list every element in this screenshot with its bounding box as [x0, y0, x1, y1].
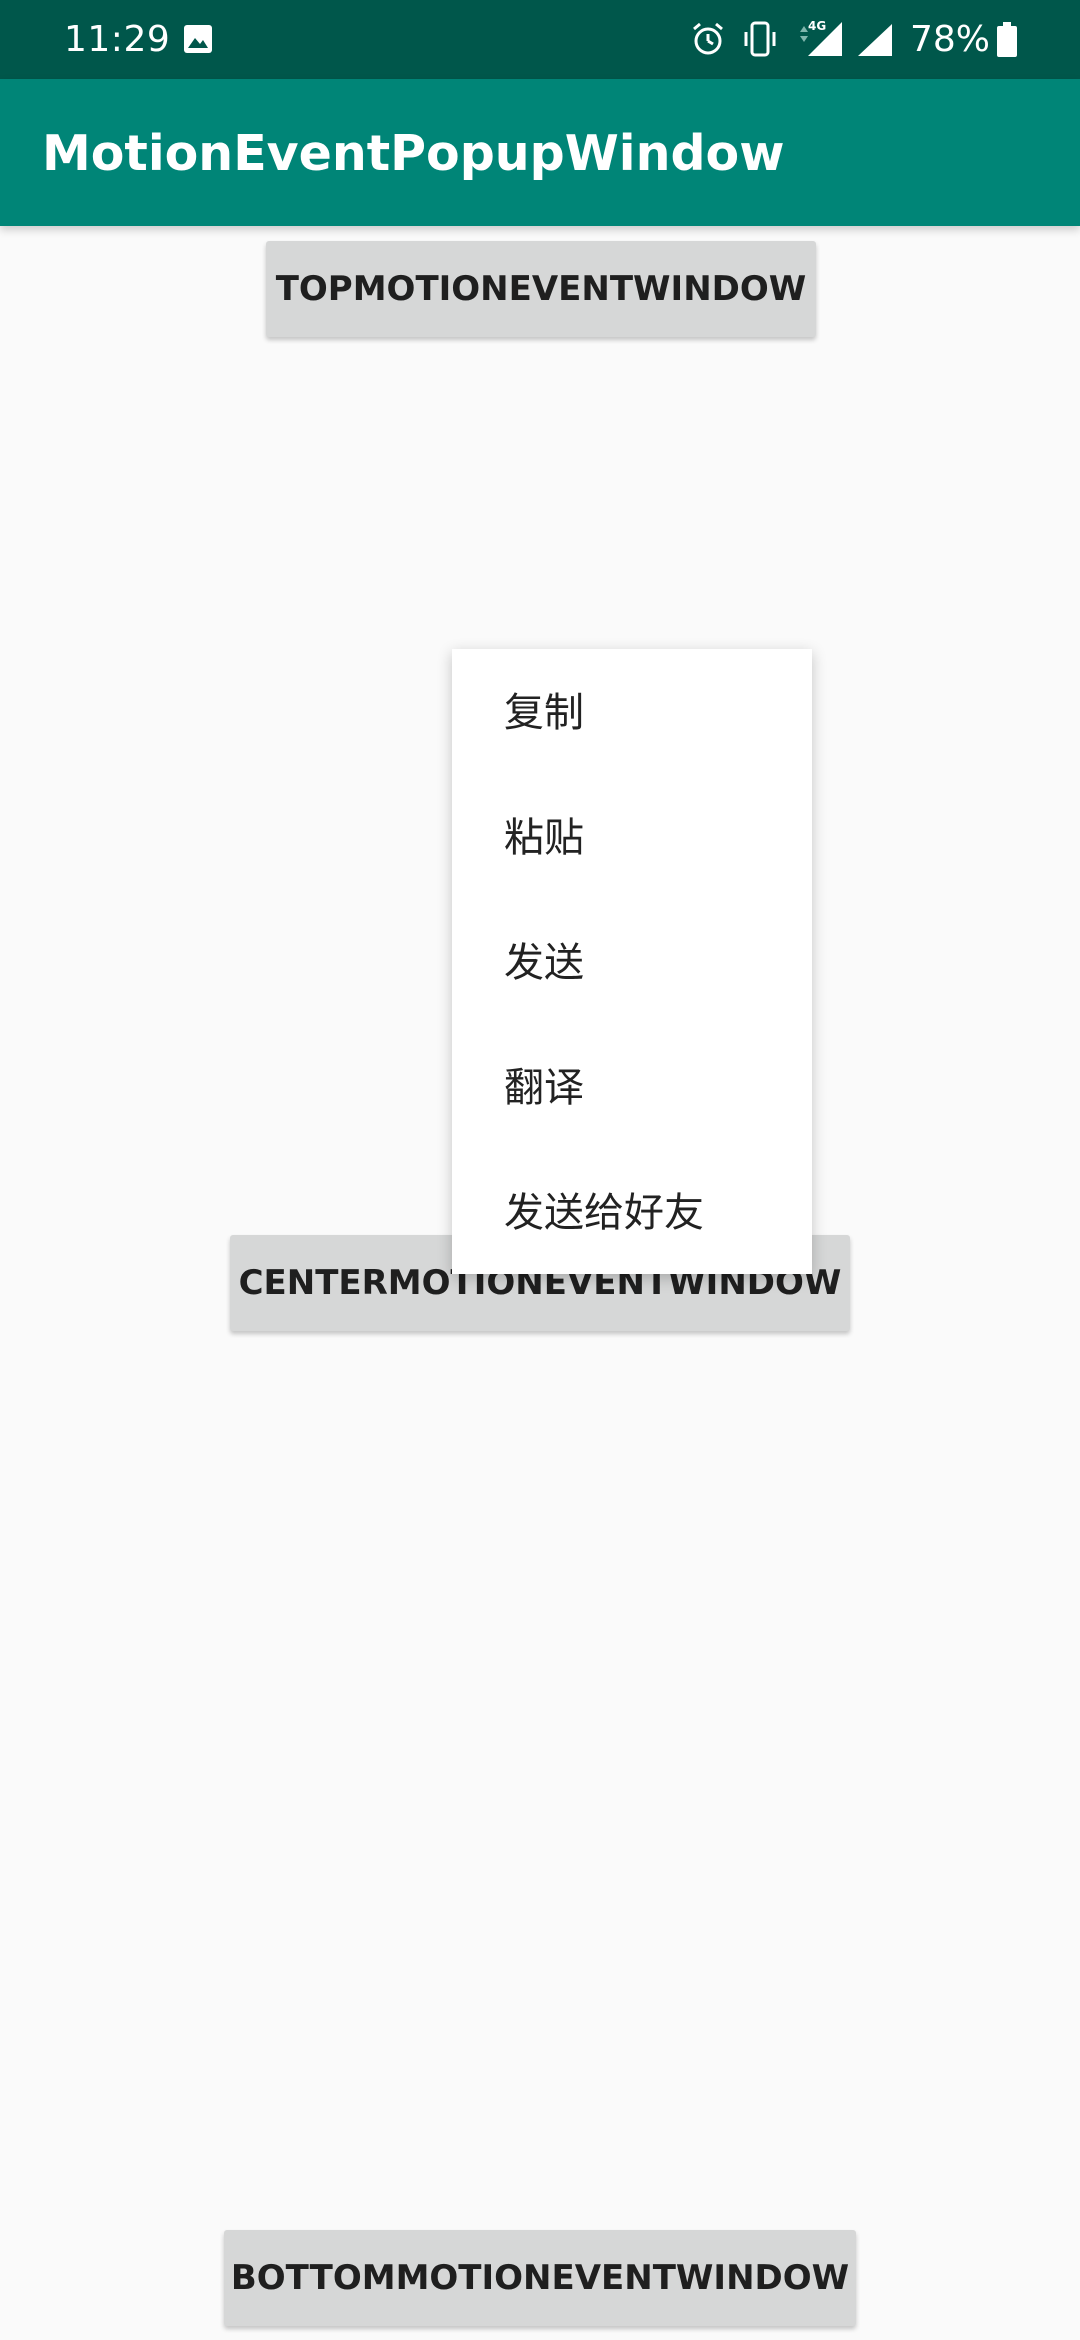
menu-item-translate[interactable]: 翻译	[504, 1060, 584, 1116]
status-time: 11:29	[64, 19, 171, 60]
menu-item-send[interactable]: 发送	[504, 935, 584, 991]
image-icon	[183, 24, 213, 54]
app-title: MotionEventPopupWindow	[42, 125, 785, 182]
battery-icon	[996, 22, 1018, 62]
top-motion-event-window-button[interactable]: TOPMOTIONEVENTWINDOW	[266, 241, 816, 337]
alarm-icon	[690, 21, 726, 61]
signal-4g-icon: 4G	[796, 18, 844, 62]
signal-icon	[854, 22, 894, 62]
app-bar: MotionEventPopupWindow	[0, 79, 1080, 226]
popup-menu: 复制 粘贴 发送 翻译 发送给好友	[452, 649, 812, 1274]
menu-item-copy[interactable]: 复制	[504, 685, 584, 741]
bottom-motion-event-window-button[interactable]: BOTTOMMOTIONEVENTWINDOW	[224, 2230, 856, 2326]
vibrate-icon	[742, 20, 778, 62]
menu-item-send-to-friend[interactable]: 发送给好友	[504, 1185, 704, 1241]
menu-item-paste[interactable]: 粘贴	[504, 810, 584, 866]
status-bar: 11:29 4G 78%	[0, 0, 1080, 79]
battery-percent: 78%	[910, 19, 991, 60]
network-label: 4G	[808, 19, 826, 33]
